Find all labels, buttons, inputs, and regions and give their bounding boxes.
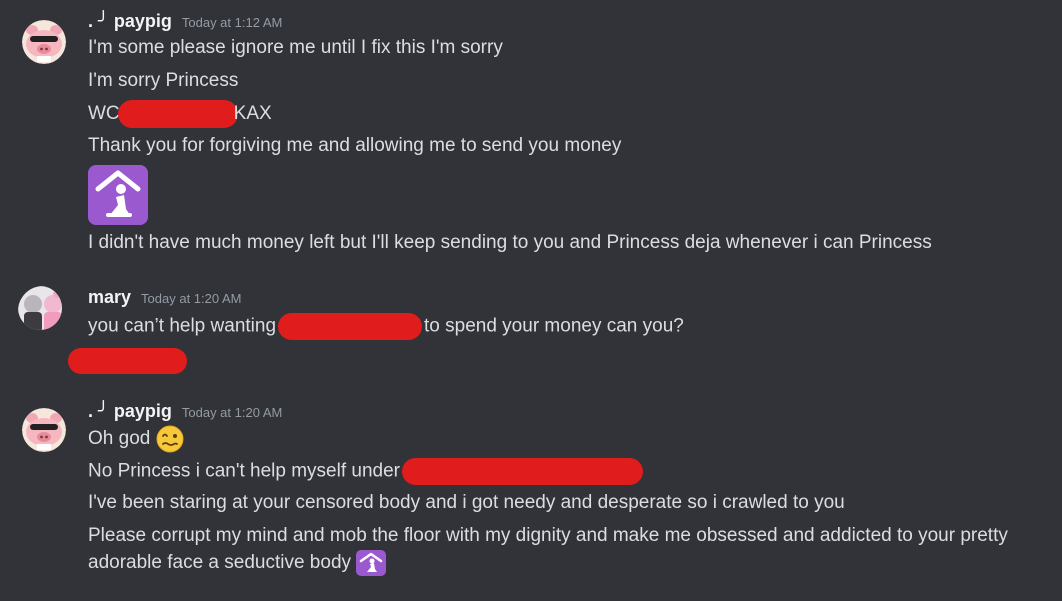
message-header: mary Today at 1:20 AM [88,287,241,308]
username[interactable]: . ╯ paypig [88,401,172,422]
username-prefix: . ╯ [88,11,109,31]
message-text: WC [88,103,120,125]
message-line: I didn't have much money left but I'll k… [88,232,932,253]
username-prefix: . ╯ [88,401,109,421]
message-line: you can’t help wanting to spend your mone… [88,313,684,340]
message-text: adorable face a seductive body [88,552,352,574]
message-line: I've been staring at your censored body … [88,492,845,513]
pig-avatar-icon [22,20,66,64]
message-line: Thank you for forgiving me and allowing … [88,135,622,156]
avatar-paypig[interactable] [22,408,66,452]
message-text: KAX [233,103,272,125]
redaction-mark [117,100,238,128]
timestamp[interactable]: Today at 1:12 AM [182,15,282,30]
redaction-mark [402,458,643,485]
username-text: paypig [113,11,172,31]
redaction-mark [278,313,423,340]
message-text: to spend your money can you? [424,315,684,337]
message-text: Oh god [88,428,151,450]
message-line: Please corrupt my mind and mob the floor… [88,525,1008,546]
message-line: I'm some please ignore me until I fix th… [88,37,503,58]
message-text: No Princess i can't help myself under [88,460,400,482]
message-line: I'm sorry Princess [88,70,239,91]
avatar-mary[interactable] [18,286,62,330]
person-in-house-icon[interactable] [88,165,148,225]
username[interactable]: mary [88,287,131,308]
timestamp[interactable]: Today at 1:20 AM [141,291,241,306]
timestamp[interactable]: Today at 1:20 AM [182,405,282,420]
message-line: WC KAX [88,100,272,128]
redaction-mark [68,348,187,374]
pig-avatar-icon [22,408,66,452]
message-line: adorable face a seductive body [88,550,387,576]
message-header: . ╯ paypig Today at 1:12 AM [88,11,282,32]
avatar-paypig[interactable] [22,20,66,64]
message-line: Oh god [88,425,184,453]
message-header: . ╯ paypig Today at 1:20 AM [88,401,282,422]
username-text: paypig [113,401,172,421]
mary-avatar-icon [18,286,62,330]
message-line: No Princess i can't help myself under [88,458,643,485]
chat-log: . ╯ paypig Today at 1:12 AM I'm some ple… [0,0,1062,601]
woozy-face-icon[interactable] [156,425,184,453]
username[interactable]: . ╯ paypig [88,11,172,32]
message-text: you can’t help wanting [88,315,277,337]
person-in-house-icon[interactable] [356,550,387,576]
